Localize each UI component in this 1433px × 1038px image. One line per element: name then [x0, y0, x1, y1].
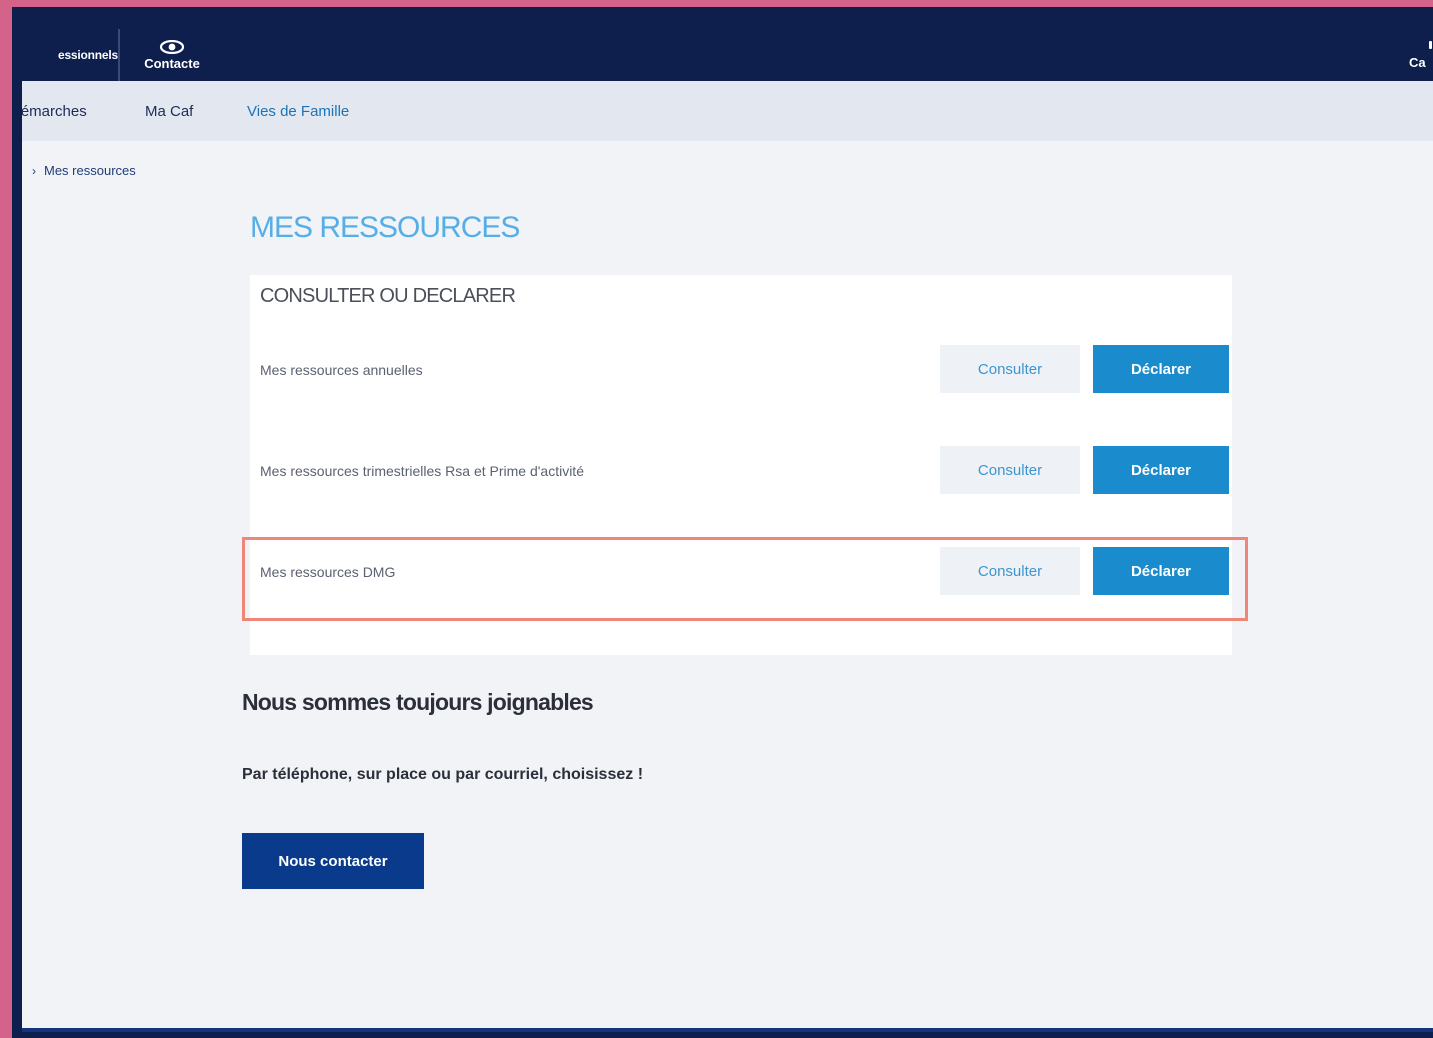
card-title: CONSULTER OU DECLARER: [260, 285, 516, 307]
outer-frame: essionnels Contacte Ca Démarches Ma Caf …: [12, 7, 1433, 1038]
subnav-item-demarches[interactable]: Démarches: [22, 81, 87, 141]
resources-card: CONSULTER OU DECLARER Mes ressources ann…: [250, 275, 1232, 655]
consult-button-quarterly[interactable]: Consulter: [940, 446, 1080, 494]
topbar-item-right[interactable]: Ca: [1409, 29, 1433, 81]
contact-heading: Nous sommes toujours joignables: [242, 689, 594, 715]
topbar-item-professionnels-label: essionnels: [57, 48, 118, 62]
secondary-navigation: Démarches Ma Caf Vies de Famille: [22, 81, 1433, 141]
consult-button-annual[interactable]: Consulter: [940, 345, 1080, 393]
topbar-item-right-label: Ca: [1409, 54, 1426, 70]
page-title: MES RESSOURCES: [250, 211, 520, 244]
topbar-item-contact[interactable]: Contacte: [132, 29, 212, 81]
top-navigation-bar: essionnels Contacte Ca: [22, 29, 1433, 81]
resource-row-label: Mes ressources trimestrielles Rsa et Pri…: [260, 463, 584, 479]
topbar-item-contact-label: Contacte: [144, 55, 200, 71]
resource-row-dmg: Mes ressources DMG Consulter Déclarer: [250, 547, 1232, 627]
topbar-item-professionnels[interactable]: essionnels: [22, 29, 118, 81]
breadcrumb: › Mes ressources: [32, 163, 136, 178]
topbar-separator: [118, 29, 120, 81]
declare-button-dmg[interactable]: Déclarer: [1093, 547, 1229, 595]
consult-button-dmg[interactable]: Consulter: [940, 547, 1080, 595]
subnav-item-ma-caf[interactable]: Ma Caf: [145, 81, 193, 141]
topbar-right-marker: [1429, 40, 1432, 49]
breadcrumb-current[interactable]: Mes ressources: [44, 163, 136, 178]
declare-button-quarterly[interactable]: Déclarer: [1093, 446, 1229, 494]
footer-line: [22, 1028, 1433, 1032]
declare-button-annual[interactable]: Déclarer: [1093, 345, 1229, 393]
screen: essionnels Contacte Ca Démarches Ma Caf …: [22, 29, 1433, 1032]
resource-row-quarterly: Mes ressources trimestrielles Rsa et Pri…: [250, 446, 1232, 526]
contact-subtext: Par téléphone, sur place ou par courriel…: [242, 766, 644, 783]
resource-row-label: Mes ressources DMG: [260, 564, 396, 580]
chevron-right-icon: ›: [32, 163, 36, 178]
subnav-item-vies-de-famille[interactable]: Vies de Famille: [247, 81, 349, 141]
resource-row-label: Mes ressources annuelles: [260, 362, 423, 378]
eye-icon: [159, 39, 185, 54]
contact-us-button[interactable]: Nous contacter: [242, 833, 424, 889]
resource-row-annual: Mes ressources annuelles Consulter Décla…: [250, 345, 1232, 425]
